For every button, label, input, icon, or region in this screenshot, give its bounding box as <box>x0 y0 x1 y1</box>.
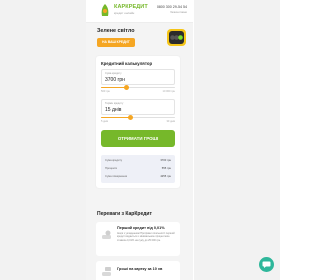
hero-button[interactable]: НА ВАШ КРЕДИТ <box>97 38 135 47</box>
amount-field[interactable]: Сума кредиту 3700 грн <box>101 69 175 85</box>
phone-hours: безкоштовно <box>170 10 187 14</box>
amount-slider-fill <box>101 87 127 89</box>
amount-min: 500 грн <box>101 90 110 93</box>
loan-summary: Сума кредиту 3700 грн Проценти 555 грн С… <box>101 155 175 183</box>
summary-label: Проценти <box>105 167 118 170</box>
advantages-title: Переваги з КарКредит <box>97 211 152 217</box>
summary-label: Сума кредиту <box>105 159 123 162</box>
term-slider[interactable] <box>101 114 175 120</box>
summary-row: Сума повернення 4255 грн <box>105 175 171 181</box>
summary-row: Сума кредиту 3700 грн <box>105 159 171 165</box>
amount-max: 10 000 грн <box>162 90 175 93</box>
summary-value: 3700 грн <box>160 159 171 162</box>
advantage-title: Гроші на картку за 10 хв <box>117 267 163 271</box>
advantage-title: Перший кредит під 0,01% <box>117 226 165 230</box>
chat-button[interactable] <box>259 257 274 272</box>
term-field[interactable]: Термін кредиту 15 днів <box>101 99 175 115</box>
calculator-card: Кредитний калькулятор Сума кредиту 3700 … <box>96 56 180 188</box>
right-background <box>194 0 280 280</box>
amount-slider-handle[interactable] <box>123 84 129 90</box>
term-min: 5 днів <box>101 120 109 123</box>
term-slider-handle[interactable] <box>128 114 134 120</box>
summary-value: 555 грн <box>161 167 171 170</box>
amount-slider[interactable] <box>101 84 175 90</box>
get-money-button[interactable]: ОТРИМАТИ ГРОШІ <box>101 130 175 147</box>
logo-subtitle: кредит онлайн <box>114 11 135 15</box>
hand-card-icon <box>102 267 111 276</box>
calculator-title: Кредитний калькулятор <box>101 61 153 66</box>
term-label: Термін кредиту <box>105 101 124 105</box>
page: КАРКРЕДИТ кредит онлайн 0800 300 29-54 5… <box>0 0 280 280</box>
amount-value[interactable]: 3700 грн <box>105 77 125 83</box>
advantage-text: Акція з укладенням Програми лояльності п… <box>117 232 175 242</box>
hero-title: Зелене світло <box>97 28 135 34</box>
header: КАРКРЕДИТ кредит онлайн 0800 300 29-54 5… <box>86 0 193 23</box>
advantage-card: Гроші на картку за 10 хв <box>96 261 180 280</box>
term-value[interactable]: 15 днів <box>105 107 121 113</box>
advantage-card: Перший кредит під 0,01% Акція з укладенн… <box>96 222 180 256</box>
logo-title[interactable]: КАРКРЕДИТ <box>114 4 148 10</box>
term-max: 30 днів <box>166 120 175 123</box>
summary-label: Сума повернення <box>105 175 128 178</box>
term-slider-fill <box>101 117 131 119</box>
chat-icon <box>262 261 271 268</box>
traffic-light-icon <box>167 29 186 46</box>
left-background <box>0 0 86 280</box>
summary-value: 4255 грн <box>160 175 171 178</box>
phone-number[interactable]: 0800 300 29-54 54 <box>157 5 187 9</box>
amount-label: Сума кредиту <box>105 71 122 75</box>
hand-coin-icon <box>102 230 111 239</box>
car-logo-icon[interactable] <box>98 3 112 18</box>
summary-row: Проценти 555 грн <box>105 167 171 173</box>
